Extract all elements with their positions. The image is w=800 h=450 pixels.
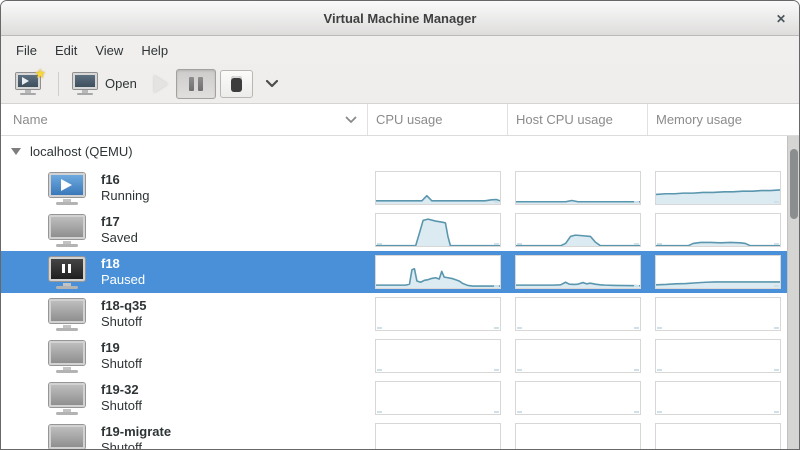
host-cpu-usage-sparkline [515,381,641,415]
cpu-usage-sparkline [375,213,501,247]
cpu-usage-sparkline [375,171,501,205]
vm-name: f19-migrate [101,424,171,440]
menu-bar: File Edit View Help [1,36,799,64]
pause-button[interactable] [176,69,216,99]
vm-row-f19[interactable]: f19Shutoff [1,335,787,377]
memory-usage-sparkline [655,339,781,373]
host-cpu-usage-sparkline [515,213,641,247]
vm-state-icon [47,382,87,415]
vm-status: Running [101,188,149,204]
menu-help[interactable]: Help [132,39,177,62]
new-vm-icon: ★ [14,72,42,96]
vm-name: f17 [101,214,138,230]
vm-status: Shutoff [101,440,171,449]
memory-usage-sparkline [655,381,781,415]
vm-name: f18-q35 [101,298,147,314]
vm-row-f16[interactable]: f16Running [1,167,787,209]
shutdown-menu-arrow[interactable] [265,76,279,91]
vm-state-icon [47,256,87,289]
menu-edit[interactable]: Edit [46,39,86,62]
vm-row-f19-32[interactable]: f19-32Shutoff [1,377,787,419]
vm-name: f18 [101,256,145,272]
header-scrollbar-gap [787,104,799,135]
toolbar-separator [58,72,59,96]
star-icon: ★ [34,66,46,82]
vm-state-icon [47,172,87,205]
vm-status: Shutoff [101,356,142,372]
open-button[interactable]: Open [66,69,142,99]
play-overlay-icon [22,77,29,85]
cpu-usage-sparkline [375,423,501,449]
vm-name: f19-32 [101,382,142,398]
memory-usage-sparkline [655,423,781,449]
vm-state-icon [47,298,87,331]
vm-state-icon [47,214,87,247]
vm-state-icon [47,340,87,373]
vm-status: Shutoff [101,314,147,330]
close-icon: ✕ [776,12,786,26]
column-header-host-cpu-usage[interactable]: Host CPU usage [507,104,647,135]
host-cpu-usage-sparkline [515,255,641,289]
vm-status: Shutoff [101,398,142,414]
cpu-usage-sparkline [375,339,501,373]
vm-row-f18-q35[interactable]: f18-q35Shutoff [1,293,787,335]
column-header-name[interactable]: Name [1,104,367,135]
open-button-label: Open [105,76,137,91]
vm-status: Paused [101,272,145,288]
vm-rows: localhost (QEMU) f16Running f17Saved [1,136,787,449]
menu-view[interactable]: View [86,39,132,62]
sort-chevron-down-icon[interactable] [345,112,357,127]
memory-usage-sparkline [655,297,781,331]
run-button-disabled-icon [154,75,168,93]
shutdown-icon [231,76,242,92]
cpu-usage-sparkline [375,297,501,331]
name-header-label: Name [13,112,48,127]
host-connection-row[interactable]: localhost (QEMU) [1,136,787,167]
pause-icon [182,73,210,95]
vm-list-header: Name CPU usage Host CPU usage Memory usa… [1,104,799,136]
column-header-memory-usage[interactable]: Memory usage [647,104,787,135]
vm-list: localhost (QEMU) f16Running f17Saved [1,136,799,449]
vm-status: Saved [101,230,138,246]
menu-file[interactable]: File [7,39,46,62]
scrollbar-thumb[interactable] [790,149,798,219]
vm-name: f19 [101,340,142,356]
vm-name: f16 [101,172,149,188]
shutdown-button[interactable] [220,70,253,98]
vertical-scrollbar[interactable] [787,136,799,449]
host-cpu-usage-sparkline [515,297,641,331]
cpu-usage-sparkline [375,381,501,415]
host-cpu-usage-sparkline [515,171,641,205]
title-bar[interactable]: Virtual Machine Manager ✕ [1,1,799,36]
host-cpu-usage-sparkline [515,423,641,449]
vm-row-f18-selected[interactable]: f18Paused [1,251,787,293]
column-header-cpu-usage[interactable]: CPU usage [367,104,507,135]
monitor-icon [71,72,99,96]
host-cpu-usage-sparkline [515,339,641,373]
vm-state-icon [47,424,87,450]
vm-row-f17[interactable]: f17Saved [1,209,787,251]
memory-usage-sparkline [655,213,781,247]
virtual-machine-manager-window: Virtual Machine Manager ✕ File Edit View… [0,0,800,450]
host-label: localhost (QEMU) [30,144,133,159]
cpu-usage-sparkline [375,255,501,289]
memory-usage-sparkline [655,255,781,289]
chevron-down-icon [265,79,279,88]
new-vm-button[interactable]: ★ [9,69,47,99]
toolbar: ★ Open [1,64,799,104]
tree-expander-icon[interactable] [11,148,21,155]
memory-usage-sparkline [655,171,781,205]
window-title: Virtual Machine Manager [324,11,477,26]
close-button[interactable]: ✕ [771,9,791,29]
vm-row-f19-migrate[interactable]: f19-migrateShutoff [1,419,787,449]
